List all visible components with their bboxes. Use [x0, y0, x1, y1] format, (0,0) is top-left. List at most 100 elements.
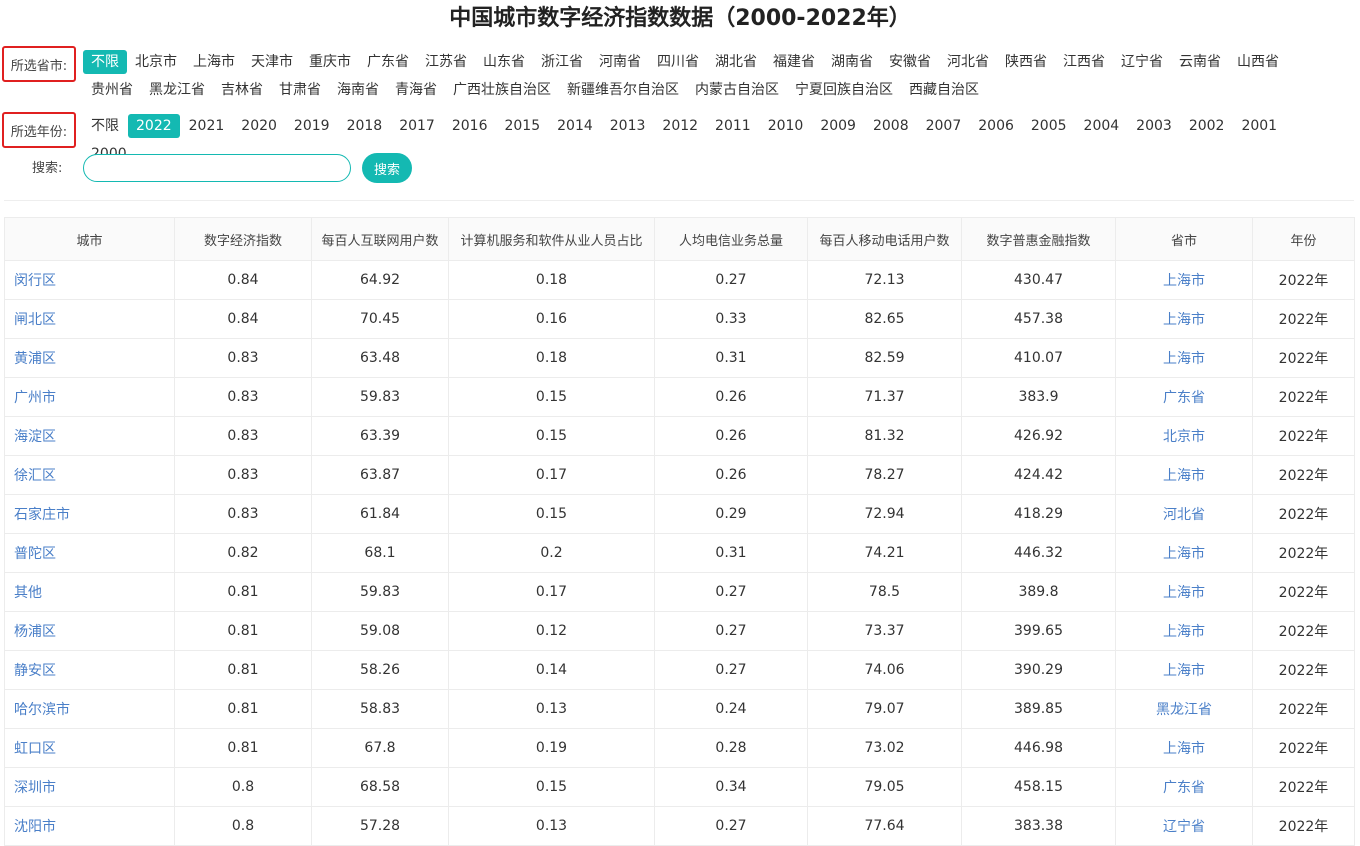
province-option[interactable]: 湖南省 — [823, 50, 881, 74]
year-option[interactable]: 2020 — [233, 114, 285, 138]
province-option[interactable]: 四川省 — [649, 50, 707, 74]
search-input[interactable] — [83, 154, 351, 182]
year-option[interactable]: 2010 — [760, 114, 812, 138]
year-option[interactable]: 2015 — [496, 114, 548, 138]
province-link[interactable]: 河北省 — [1115, 494, 1253, 534]
year-option[interactable]: 2005 — [1023, 114, 1075, 138]
province-option[interactable]: 上海市 — [185, 50, 243, 74]
year-option[interactable]: 2006 — [970, 114, 1022, 138]
province-option[interactable]: 山东省 — [475, 50, 533, 74]
city-link[interactable]: 静安区 — [4, 650, 175, 690]
table-row: 哈尔滨市 0.81 58.83 0.13 0.24 79.07 389.85 黑龙江省 2022… — [4, 689, 1355, 729]
city-link[interactable]: 其他 — [4, 572, 175, 612]
table-row: 闵行区 0.84 64.92 0.18 0.27 72.13 430.47 上海市 2022年 — [4, 260, 1355, 300]
city-link[interactable]: 杨浦区 — [4, 611, 175, 651]
city-link[interactable]: 海淀区 — [4, 416, 175, 456]
province-link[interactable]: 上海市 — [1115, 338, 1253, 378]
year-option[interactable]: 2022 — [128, 114, 180, 138]
year-option[interactable]: 2019 — [286, 114, 338, 138]
province-link[interactable]: 黑龙江省 — [1115, 689, 1253, 729]
province-link[interactable]: 北京市 — [1115, 416, 1253, 456]
year-option[interactable]: 2016 — [444, 114, 496, 138]
province-option[interactable]: 广东省 — [359, 50, 417, 74]
province-option[interactable]: 海南省 — [329, 78, 387, 102]
year-option[interactable]: 2018 — [339, 114, 391, 138]
province-option[interactable]: 陕西省 — [997, 50, 1055, 74]
province-option[interactable]: 河北省 — [939, 50, 997, 74]
province-option[interactable]: 新疆维吾尔自治区 — [559, 78, 687, 102]
year-option[interactable]: 2007 — [918, 114, 970, 138]
table-row: 广州市 0.83 59.83 0.15 0.26 71.37 383.9 广东省 2022年 — [4, 377, 1355, 417]
year-option[interactable]: 2014 — [549, 114, 601, 138]
province-option[interactable]: 不限 — [83, 50, 127, 74]
province-option[interactable]: 江西省 — [1055, 50, 1113, 74]
city-link[interactable]: 闸北区 — [4, 299, 175, 339]
table-cell: 2022年 — [1252, 611, 1355, 651]
city-link[interactable]: 虹口区 — [4, 728, 175, 768]
province-option[interactable]: 北京市 — [127, 50, 185, 74]
city-link[interactable]: 普陀区 — [4, 533, 175, 573]
city-link[interactable]: 哈尔滨市 — [4, 689, 175, 729]
province-option[interactable]: 江苏省 — [417, 50, 475, 74]
table-cell: 0.82 — [174, 533, 312, 573]
province-option[interactable]: 重庆市 — [301, 50, 359, 74]
province-option[interactable]: 广西壮族自治区 — [445, 78, 559, 102]
city-link[interactable]: 广州市 — [4, 377, 175, 417]
province-option[interactable]: 安徽省 — [881, 50, 939, 74]
province-option[interactable]: 山西省 — [1229, 50, 1287, 74]
province-link[interactable]: 广东省 — [1115, 767, 1253, 807]
province-option[interactable]: 河南省 — [591, 50, 649, 74]
city-link[interactable]: 深圳市 — [4, 767, 175, 807]
province-option[interactable]: 内蒙古自治区 — [687, 78, 787, 102]
province-link[interactable]: 上海市 — [1115, 455, 1253, 495]
province-option[interactable]: 甘肃省 — [271, 78, 329, 102]
province-option[interactable]: 湖北省 — [707, 50, 765, 74]
province-link[interactable]: 广东省 — [1115, 377, 1253, 417]
province-option[interactable]: 天津市 — [243, 50, 301, 74]
year-option[interactable]: 2002 — [1181, 114, 1233, 138]
province-link[interactable]: 上海市 — [1115, 260, 1253, 300]
year-option[interactable]: 2001 — [1233, 114, 1285, 138]
province-option[interactable]: 福建省 — [765, 50, 823, 74]
table-cell: 72.94 — [807, 494, 962, 534]
province-link[interactable]: 上海市 — [1115, 611, 1253, 651]
city-link[interactable]: 石家庄市 — [4, 494, 175, 534]
province-link[interactable]: 上海市 — [1115, 533, 1253, 573]
year-option[interactable]: 2008 — [865, 114, 917, 138]
province-option[interactable]: 黑龙江省 — [141, 78, 213, 102]
year-option[interactable]: 2012 — [654, 114, 706, 138]
province-link[interactable]: 上海市 — [1115, 299, 1253, 339]
city-link[interactable]: 沈阳市 — [4, 806, 175, 846]
province-link[interactable]: 上海市 — [1115, 728, 1253, 768]
year-option[interactable]: 2017 — [391, 114, 443, 138]
year-option[interactable]: 2021 — [181, 114, 233, 138]
column-header: 计算机服务和软件从业人员占比 — [448, 217, 655, 261]
province-option[interactable]: 浙江省 — [533, 50, 591, 74]
year-option[interactable]: 不限 — [83, 114, 127, 138]
year-option[interactable]: 2011 — [707, 114, 759, 138]
table-cell: 418.29 — [961, 494, 1116, 534]
province-option[interactable]: 云南省 — [1171, 50, 1229, 74]
province-option[interactable]: 西藏自治区 — [901, 78, 987, 102]
table-cell: 0.27 — [654, 260, 808, 300]
province-link[interactable]: 辽宁省 — [1115, 806, 1253, 846]
province-link[interactable]: 上海市 — [1115, 572, 1253, 612]
search-button[interactable]: 搜索 — [362, 153, 412, 183]
province-option[interactable]: 吉林省 — [213, 78, 271, 102]
table-cell: 458.15 — [961, 767, 1116, 807]
province-option[interactable]: 辽宁省 — [1113, 50, 1171, 74]
year-option[interactable]: 2004 — [1076, 114, 1128, 138]
city-link[interactable]: 黄浦区 — [4, 338, 175, 378]
province-link[interactable]: 上海市 — [1115, 650, 1253, 690]
table-cell: 58.26 — [311, 650, 449, 690]
table-cell: 0.83 — [174, 377, 312, 417]
year-option[interactable]: 2013 — [602, 114, 654, 138]
province-option[interactable]: 宁夏回族自治区 — [787, 78, 901, 102]
city-link[interactable]: 闵行区 — [4, 260, 175, 300]
column-header: 省市 — [1115, 217, 1253, 261]
city-link[interactable]: 徐汇区 — [4, 455, 175, 495]
year-option[interactable]: 2009 — [812, 114, 864, 138]
province-option[interactable]: 青海省 — [387, 78, 445, 102]
province-option[interactable]: 贵州省 — [83, 78, 141, 102]
year-option[interactable]: 2003 — [1128, 114, 1180, 138]
